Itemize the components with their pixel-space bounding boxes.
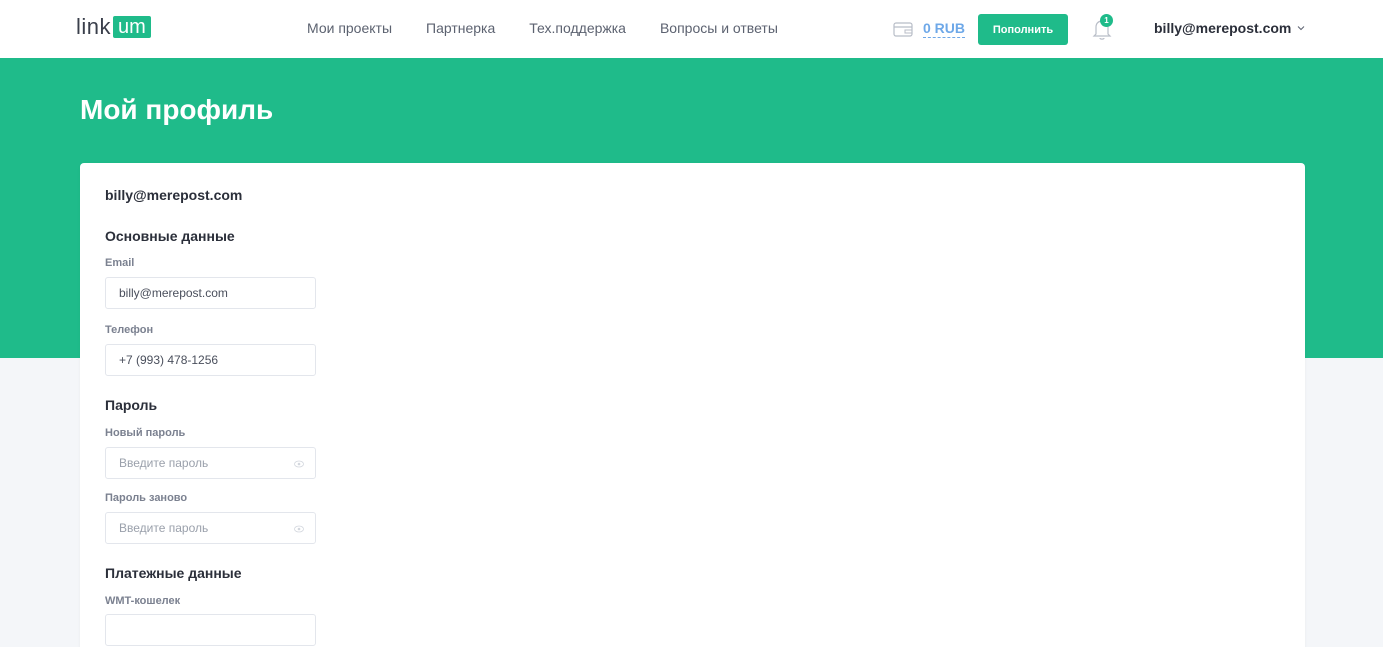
phone-field-wrapper	[105, 344, 316, 376]
topup-button[interactable]: Пополнить	[978, 14, 1068, 45]
nav-support[interactable]: Тех.поддержка	[529, 20, 626, 36]
repeat-password-label: Пароль заново	[105, 492, 188, 504]
nav-partner[interactable]: Партнерка	[426, 20, 495, 36]
payment-heading: Платежные данные	[105, 565, 242, 581]
wmt-field[interactable]	[106, 615, 315, 645]
notification-badge: 1	[1100, 14, 1113, 27]
profile-card: billy@merepost.com Основные данные Email…	[80, 163, 1305, 647]
nav-my-projects[interactable]: Мои проекты	[307, 20, 392, 36]
new-password-wrapper	[105, 447, 316, 479]
repeat-password-wrapper	[105, 512, 316, 544]
password-heading: Пароль	[105, 397, 158, 413]
repeat-password-field[interactable]	[106, 513, 315, 543]
balance-link[interactable]: 0 RUB	[923, 20, 966, 38]
logo-box: um	[113, 16, 151, 38]
phone-label: Телефон	[105, 324, 154, 336]
new-password-label: Новый пароль	[105, 427, 186, 439]
top-navbar: link um Мои проекты Партнерка Тех.поддер…	[0, 0, 1383, 58]
wallet-icon	[893, 22, 913, 37]
page-title: Мой профиль	[80, 94, 274, 125]
basic-data-heading: Основные данные	[105, 228, 235, 244]
eye-icon[interactable]	[294, 525, 304, 533]
email-field[interactable]	[106, 278, 315, 308]
eye-icon[interactable]	[294, 460, 304, 468]
nav-faq[interactable]: Вопросы и ответы	[660, 20, 778, 36]
phone-field[interactable]	[106, 345, 315, 375]
wmt-label: WMT-кошелек	[105, 595, 181, 607]
logo[interactable]: link um	[76, 14, 151, 40]
new-password-field[interactable]	[106, 448, 315, 478]
email-label: Email	[105, 257, 135, 269]
profile-email-heading: billy@merepost.com	[105, 187, 243, 203]
main-nav: Мои проекты Партнерка Тех.поддержка Вопр…	[307, 20, 812, 36]
email-field-wrapper	[105, 277, 316, 309]
logo-text: link	[76, 14, 112, 39]
chevron-down-icon	[1298, 26, 1305, 31]
user-email: billy@merepost.com	[1154, 20, 1292, 36]
wmt-field-wrapper	[105, 614, 316, 646]
user-menu[interactable]: billy@merepost.com	[1154, 20, 1305, 36]
